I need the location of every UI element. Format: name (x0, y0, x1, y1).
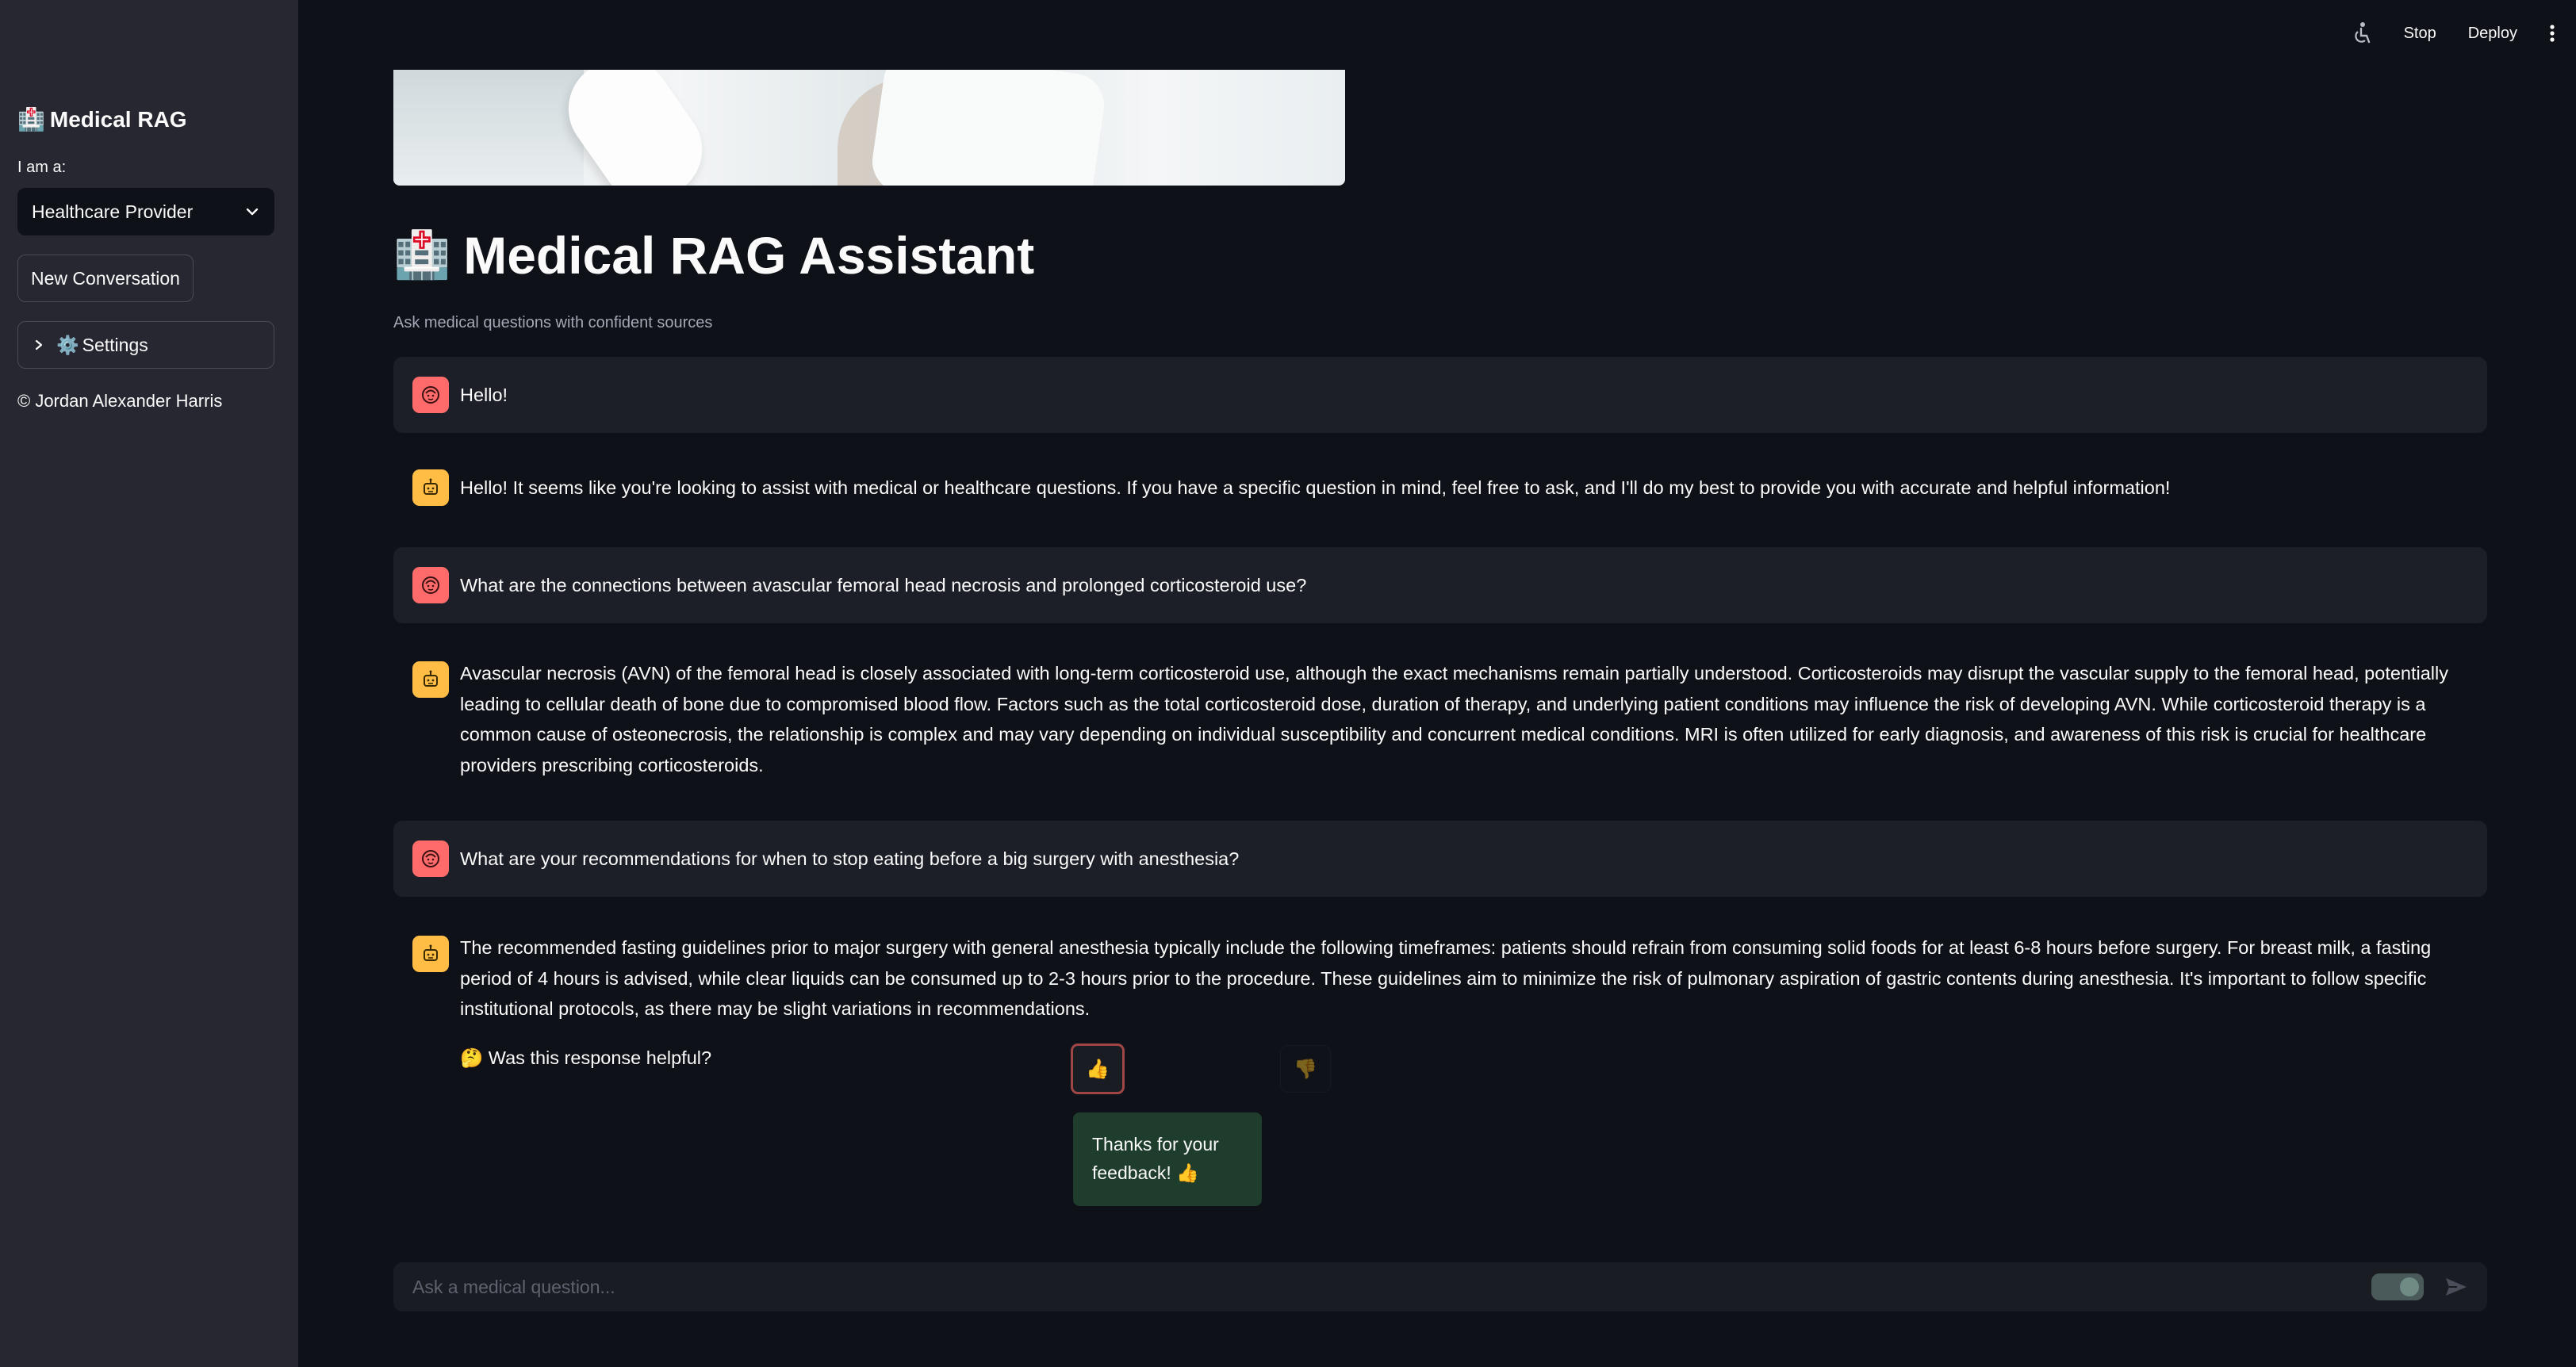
chat-message-assistant: Avascular necrosis (AVN) of the femoral … (393, 647, 2487, 793)
gear-icon: ⚙️ (56, 334, 79, 355)
message-text: The recommended fasting guidelines prior… (460, 937, 2432, 1019)
chat-message-user: What are the connections between avascul… (393, 547, 2487, 623)
hero-image (393, 70, 1345, 186)
assistant-avatar-icon (412, 936, 449, 972)
chat-input[interactable] (412, 1276, 2371, 1298)
chat-input-bar (393, 1262, 2487, 1311)
sidebar-title: 🏥 Medical RAG (17, 106, 187, 132)
top-toolbar: Stop Deploy (2350, 0, 2576, 67)
assistant-avatar-icon (412, 469, 449, 506)
chat-message-user: What are your recommendations for when t… (393, 821, 2487, 897)
more-menu-icon[interactable] (2549, 24, 2555, 43)
role-select[interactable]: Healthcare Provider (17, 188, 274, 235)
settings-label: Settings (82, 334, 148, 355)
deploy-button[interactable]: Deploy (2468, 25, 2517, 43)
sidebar: 🏥 Medical RAG I am a: Healthcare Provide… (0, 0, 298, 1367)
user-avatar-icon (412, 377, 449, 413)
thumbs-down-button[interactable]: 👎 (1280, 1045, 1331, 1093)
user-avatar-icon (412, 840, 449, 877)
grammarly-icon[interactable] (2371, 1273, 2424, 1300)
stop-button[interactable]: Stop (2404, 25, 2436, 43)
chevron-down-icon (246, 208, 259, 216)
accessibility-icon[interactable] (2350, 21, 2372, 45)
thumbs-up-icon: 👍 (1086, 1058, 1110, 1080)
page-title: 🏥 Medical RAG Assistant (393, 225, 1034, 285)
chevron-right-icon (35, 339, 43, 350)
message-text: What are your recommendations for when t… (460, 848, 1240, 869)
message-text: Avascular necrosis (AVN) of the femoral … (460, 663, 2448, 775)
role-select-value: Healthcare Provider (32, 201, 194, 222)
message-text: Hello! It seems like you're looking to a… (460, 477, 2171, 498)
settings-expander[interactable]: ⚙️ Settings (17, 321, 274, 369)
thumbs-down-icon: 👎 (1294, 1058, 1317, 1080)
page-title-text: Medical RAG Assistant (463, 226, 1035, 285)
feedback-toast: Thanks for your feedback! 👍 (1073, 1112, 1262, 1206)
send-icon[interactable] (2444, 1277, 2468, 1297)
feedback-question: 🤔 Was this response helpful? (460, 1047, 712, 1068)
page-subtitle: Ask medical questions with confident sou… (393, 314, 713, 331)
sidebar-title-text: Medical RAG (49, 106, 187, 132)
user-avatar-icon (412, 567, 449, 603)
hospital-icon: 🏥 (17, 107, 45, 132)
thumbs-up-button[interactable]: 👍 (1071, 1043, 1125, 1094)
message-text: Hello! (460, 385, 508, 405)
role-label: I am a: (17, 159, 67, 176)
copyright-text: © Jordan Alexander Harris (17, 391, 223, 411)
new-conversation-button[interactable]: New Conversation (17, 255, 194, 302)
hospital-icon: 🏥 (393, 229, 451, 281)
assistant-avatar-icon (412, 661, 449, 698)
message-text: What are the connections between avascul… (460, 575, 1307, 595)
chat-message-user: Hello! (393, 357, 2487, 433)
chat-message-assistant: The recommended fasting guidelines prior… (393, 921, 2487, 1032)
chat-message-assistant: Hello! It seems like you're looking to a… (393, 457, 2487, 520)
